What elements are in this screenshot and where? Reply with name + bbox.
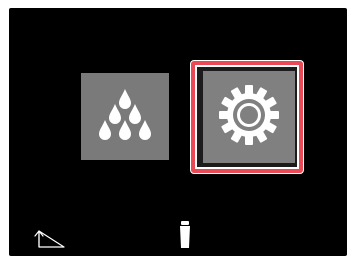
- water-drops-tile[interactable]: [81, 73, 169, 160]
- back-arrow-icon[interactable]: [33, 227, 65, 249]
- bottom-bar: [9, 213, 347, 256]
- water-drops-icon: [95, 87, 155, 147]
- device-icon: [178, 221, 192, 249]
- device-screen: [9, 8, 347, 256]
- gear-icon: [217, 83, 281, 151]
- settings-tile[interactable]: [203, 71, 295, 163]
